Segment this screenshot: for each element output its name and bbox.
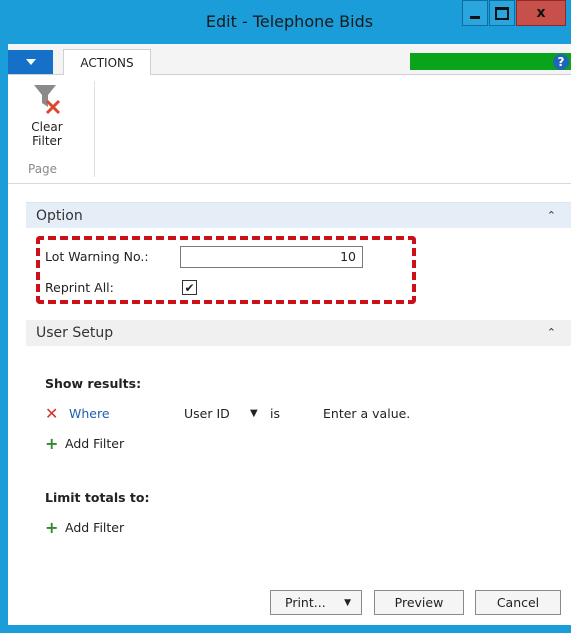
- collapse-icon[interactable]: ⌃: [547, 326, 556, 339]
- ribbon-group-label: Page: [28, 162, 58, 176]
- plus-icon: +: [45, 518, 59, 537]
- filter-operator: is: [270, 405, 280, 421]
- close-button[interactable]: x: [516, 0, 566, 26]
- tab-actions[interactable]: ACTIONS: [63, 49, 151, 76]
- collapse-icon[interactable]: ⌃: [547, 209, 556, 222]
- user-setup-fasttab-header[interactable]: User Setup ⌃: [26, 320, 571, 346]
- title-bar: Edit - Telephone Bids x: [8, 0, 571, 44]
- close-icon: x: [536, 5, 546, 21]
- maximize-icon: [495, 6, 509, 20]
- where-link[interactable]: Where: [69, 406, 110, 421]
- minimize-button[interactable]: [462, 0, 488, 26]
- remove-filter-icon[interactable]: ✕: [45, 404, 65, 423]
- field-dropdown-icon[interactable]: ▼: [250, 408, 258, 419]
- clear-filter-icon: [34, 85, 61, 115]
- highlight-annotation: [36, 236, 416, 304]
- dropdown-arrow-icon: [25, 59, 36, 65]
- app-menu-button[interactable]: [8, 50, 53, 74]
- cancel-button[interactable]: Cancel: [475, 590, 561, 615]
- clear-filter-button[interactable]: Clear Filter: [28, 81, 66, 148]
- ribbon-tab-bar: ACTIONS ?: [8, 44, 571, 76]
- status-bar-indicator: [410, 53, 571, 70]
- plus-icon: +: [45, 434, 59, 453]
- print-label: Print...: [285, 595, 326, 610]
- filter-row: ✕ Where User ID ▼ is Enter a value.: [45, 404, 545, 423]
- maximize-button[interactable]: [489, 0, 515, 26]
- ribbon: Clear Filter Page: [8, 75, 571, 184]
- minimize-icon: [470, 15, 480, 19]
- option-fasttab-header[interactable]: Option ⌃: [26, 202, 571, 228]
- chevron-down-icon[interactable]: ▼: [344, 598, 351, 608]
- limit-totals-label: Limit totals to:: [45, 490, 150, 505]
- option-header-label: Option: [36, 207, 83, 224]
- filter-field[interactable]: User ID: [184, 406, 230, 421]
- print-button[interactable]: Print... ▼: [270, 590, 362, 615]
- add-filter-label: Add Filter: [65, 520, 125, 535]
- add-filter-label: Add Filter: [65, 436, 125, 451]
- ribbon-divider: [94, 81, 95, 177]
- show-results-label: Show results:: [45, 376, 142, 391]
- clear-filter-label: Clear Filter: [31, 120, 63, 148]
- help-icon[interactable]: ?: [553, 54, 569, 70]
- add-filter-button-2[interactable]: + Add Filter: [45, 518, 124, 537]
- user-setup-header-label: User Setup: [36, 325, 114, 341]
- preview-button[interactable]: Preview: [374, 590, 464, 615]
- filter-value-input[interactable]: Enter a value.: [323, 406, 410, 421]
- request-page-content: Option ⌃ Lot Warning No.: 10 Reprint All…: [8, 184, 571, 625]
- add-filter-button[interactable]: + Add Filter: [45, 434, 124, 453]
